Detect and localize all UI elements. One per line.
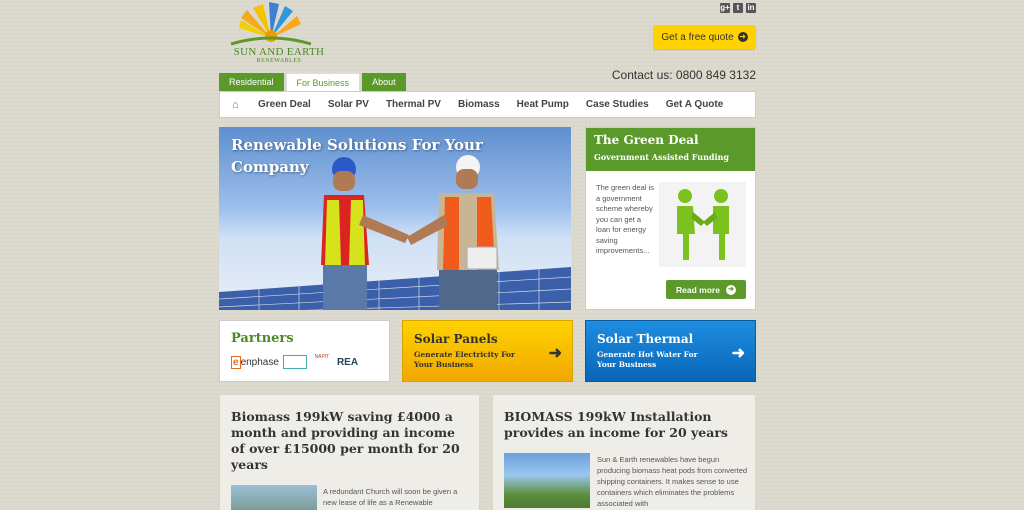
- solar-panels-box[interactable]: Solar Panels Generate Electricity For Yo…: [402, 320, 573, 382]
- mcs-logo[interactable]: [282, 355, 307, 369]
- solar-panels-subtitle: Generate Electricity For Your Business: [414, 350, 515, 369]
- twitter-icon[interactable]: t: [733, 3, 743, 13]
- page-wrapper: SUN AND EARTH RENEWABLES g+ t in Get a f…: [219, 0, 756, 510]
- nav-item-thermal-pv[interactable]: Thermal PV: [386, 99, 441, 110]
- news-excerpt: Sun & Earth renewables have begun produc…: [597, 455, 748, 508]
- green-deal-panel: The Green Deal Government Assisted Fundi…: [585, 127, 756, 310]
- quote-button-label: Get a free quote: [661, 31, 734, 43]
- enphase-logo-text: enphase: [240, 356, 279, 368]
- linkedin-icon[interactable]: in: [746, 3, 756, 13]
- nav-item-green-deal[interactable]: Green Deal: [258, 99, 311, 110]
- napit-logo[interactable]: NAPIT: [311, 354, 333, 370]
- tab-about[interactable]: About: [362, 73, 406, 91]
- read-more-button[interactable]: Read more ➜: [666, 280, 746, 299]
- news-title[interactable]: Biomass 199kW saving £4000 a month and p…: [231, 409, 468, 473]
- green-deal-header: The Green Deal Government Assisted Fundi…: [586, 128, 755, 171]
- solar-house-thumbnail[interactable]: [504, 453, 590, 508]
- arrow-right-icon: ➜: [737, 32, 748, 42]
- church-thumbnail[interactable]: [231, 485, 317, 510]
- enphase-logo-mark: e: [231, 355, 241, 369]
- enphase-logo[interactable]: e enphase: [231, 355, 279, 369]
- arrow-right-icon: ➜: [548, 345, 562, 362]
- contact-phone: Contact us: 0800 849 3132: [611, 68, 756, 82]
- nav-item-get-a-quote[interactable]: Get A Quote: [666, 99, 724, 110]
- nav-item-biomass[interactable]: Biomass: [458, 99, 500, 110]
- social-links: g+ t in: [720, 3, 756, 13]
- logo-subtext: RENEWABLES: [256, 58, 302, 64]
- audience-tabs: Residential For Business About: [219, 73, 406, 91]
- get-quote-button[interactable]: Get a free quote ➜: [653, 25, 756, 49]
- partner-logos: e enphase NAPIT REA: [231, 354, 358, 370]
- news-card: Biomass 199kW saving £4000 a month and p…: [219, 394, 480, 510]
- partners-box: Partners e enphase NAPIT REA: [219, 320, 390, 382]
- read-more-label: Read more: [676, 284, 720, 295]
- partners-title: Partners: [231, 331, 294, 346]
- green-deal-title: The Green Deal: [594, 133, 699, 147]
- arrow-right-icon: ➜: [725, 284, 736, 295]
- news-excerpt: A redundant Church will soon be given a …: [323, 487, 458, 507]
- green-deal-text: The green deal is a government scheme wh…: [596, 183, 654, 255]
- solar-thermal-subtitle: Generate Hot Water For Your Business: [597, 350, 698, 369]
- logo-text: SUN AND EARTH: [233, 46, 325, 58]
- main-nav: ⌂ Green Deal Solar PV Thermal PV Biomass…: [219, 91, 756, 118]
- sun-logo-icon: [230, 2, 312, 46]
- google-plus-icon[interactable]: g+: [720, 3, 730, 13]
- rea-logo[interactable]: REA: [337, 357, 358, 368]
- site-logo[interactable]: SUN AND EARTH RENEWABLES: [219, 2, 329, 68]
- tab-residential[interactable]: Residential: [219, 73, 284, 91]
- handshake-workers-image: [321, 155, 499, 310]
- hero-banner[interactable]: Renewable Solutions For Your Company: [219, 127, 571, 310]
- arrow-right-icon: ➜: [731, 345, 745, 362]
- tab-for-business[interactable]: For Business: [285, 73, 361, 91]
- solar-thermal-box[interactable]: Solar Thermal Generate Hot Water For You…: [585, 320, 756, 382]
- green-deal-subtitle: Government Assisted Funding: [594, 152, 729, 162]
- news-title[interactable]: BIOMASS 199kW Installation provides an i…: [504, 409, 744, 441]
- news-card: BIOMASS 199kW Installation provides an i…: [492, 394, 756, 510]
- home-icon[interactable]: ⌂: [232, 99, 242, 110]
- nav-item-heat-pump[interactable]: Heat Pump: [517, 99, 569, 110]
- handshake-figures-image: [659, 182, 746, 267]
- nav-item-solar-pv[interactable]: Solar PV: [328, 99, 369, 110]
- nav-item-case-studies[interactable]: Case Studies: [586, 99, 649, 110]
